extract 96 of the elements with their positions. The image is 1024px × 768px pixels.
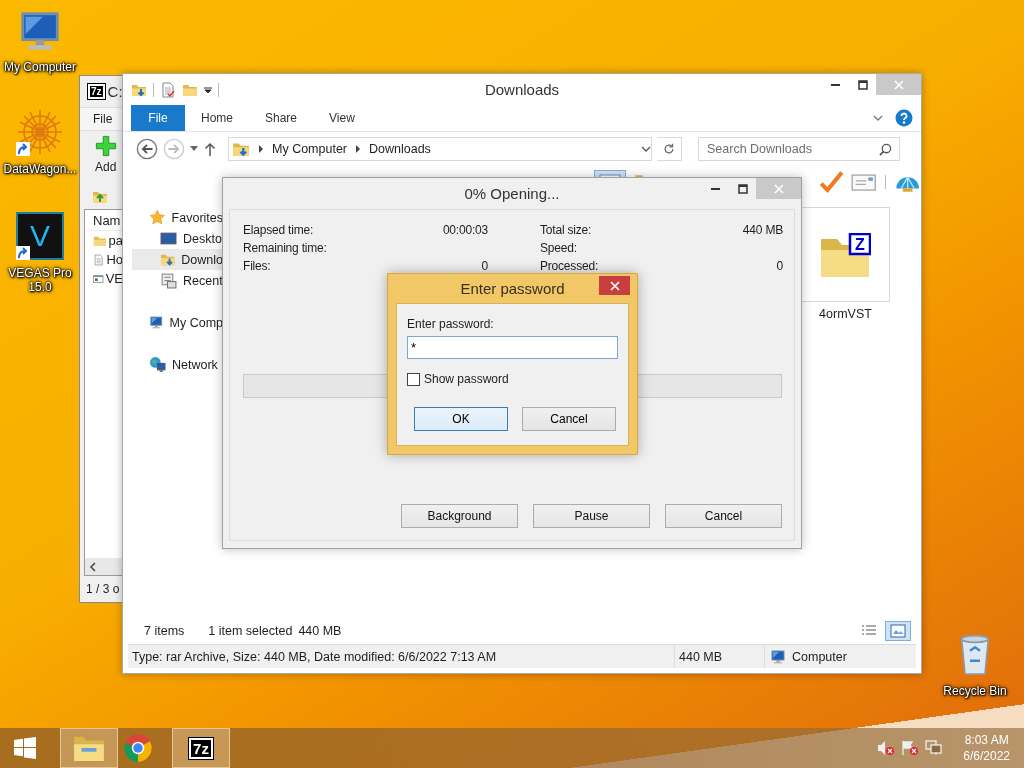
plus-icon <box>95 135 117 157</box>
field-label: Enter password: <box>407 317 495 331</box>
dropdown-icon[interactable] <box>641 144 651 153</box>
computer-icon <box>769 648 787 665</box>
window-title: Downloads <box>484 81 560 98</box>
recent-icon <box>160 272 177 289</box>
dialog-button[interactable]: OK <box>414 407 508 431</box>
nav-item[interactable]: Deskto <box>123 228 223 249</box>
star-icon <box>149 209 166 226</box>
stat-label: Speed: <box>540 241 577 255</box>
close-icon <box>773 183 784 194</box>
mandala-icon[interactable] <box>16 108 64 156</box>
ribbon-tab[interactable]: View <box>313 105 371 131</box>
checkbox-label[interactable]: Show password <box>424 372 509 386</box>
password-field[interactable]: * <box>407 336 618 359</box>
file-menu-button[interactable]: File <box>131 105 185 131</box>
location-label: Computer <box>792 649 847 664</box>
nav-item[interactable]: Network <box>123 354 223 375</box>
stat-value: 0 <box>481 259 488 273</box>
search-field[interactable]: Search Downloads <box>698 136 900 161</box>
breadcrumb-item[interactable]: Downloads <box>369 141 431 156</box>
folder-up-icon[interactable] <box>92 189 108 205</box>
checkbox[interactable] <box>407 372 420 386</box>
nav-item[interactable]: Downlo <box>132 249 223 270</box>
dialog-button[interactable]: Cancel <box>522 407 616 431</box>
picture-view-icon <box>890 624 906 638</box>
close-icon <box>893 79 904 90</box>
nav-item[interactable]: Recent <box>123 270 223 291</box>
minimize-icon <box>711 187 720 190</box>
expand-ribbon-icon[interactable] <box>873 114 883 122</box>
stat-label: Elapsed time: <box>243 223 314 237</box>
stat-label: Total size: <box>540 223 592 237</box>
file-name[interactable]: VE <box>105 271 123 286</box>
back-icon[interactable] <box>136 137 158 160</box>
refresh-button[interactable] <box>657 136 682 161</box>
file-details: Type: rar Archive, Size: 440 MB, Date modified: 6/6/2022 7:13 AM <box>131 649 498 664</box>
scroll-left-icon[interactable] <box>88 561 98 572</box>
large-icons-view-button[interactable] <box>885 621 911 641</box>
stat-label: Remaining time: <box>243 241 327 255</box>
folder-icon <box>74 735 104 761</box>
minimize-icon <box>831 83 840 86</box>
close-button[interactable] <box>599 276 630 295</box>
app-logo[interactable]: V <box>16 212 64 260</box>
add-button[interactable]: Add <box>95 160 117 174</box>
network-icon <box>149 356 166 373</box>
file-tile[interactable]: Z <box>801 207 890 302</box>
nav-item[interactable]: My Comp <box>123 312 223 333</box>
text-icon <box>93 251 105 268</box>
selection-text: 1 item selected <box>208 624 293 638</box>
search-icon <box>879 142 892 156</box>
file-name[interactable]: Ho <box>106 252 123 267</box>
dialog-title: Enter password <box>460 280 565 297</box>
stat-value: 0 <box>776 259 783 273</box>
breadcrumb-item[interactable]: My Computer <box>272 141 348 156</box>
dialog-button[interactable]: Background <box>401 504 518 528</box>
stat-label: Processed: <box>540 259 599 273</box>
maximize-icon <box>737 183 748 194</box>
browser-icon <box>123 733 153 763</box>
archiver-logo: 7z <box>88 84 105 99</box>
file-size: 440 MB <box>674 645 764 668</box>
refresh-icon <box>662 141 676 156</box>
nav-item[interactable]: Favorites <box>123 207 223 228</box>
network-icon[interactable] <box>925 740 944 756</box>
maximize-icon <box>857 79 868 90</box>
stat-value: 00:00:03 <box>442 223 488 237</box>
computer-icon <box>149 314 164 331</box>
dialog-button[interactable]: Pause <box>533 504 650 528</box>
details-view-icon[interactable] <box>861 624 877 638</box>
taskbar-app[interactable]: 7z <box>172 728 230 768</box>
file-name[interactable]: 4ormVST <box>819 307 872 321</box>
status-text: 1 / 3 o <box>86 582 120 596</box>
breadcrumb-arrow-icon[interactable] <box>356 144 361 153</box>
help-icon[interactable] <box>895 109 913 127</box>
window-title: 0% Opening... <box>464 185 560 202</box>
close-icon <box>609 280 620 291</box>
monitor-icon <box>160 230 177 247</box>
windows-logo-icon <box>13 736 37 760</box>
card-icon[interactable] <box>851 171 877 193</box>
column-header[interactable]: Nam <box>93 212 121 228</box>
properties-icon[interactable] <box>160 81 176 98</box>
file-name[interactable]: pa <box>108 233 123 248</box>
muted-speaker-icon[interactable] <box>877 740 896 756</box>
item-count: 7 items <box>144 624 185 638</box>
stat-value: 440 MB <box>742 223 783 237</box>
breadcrumb-arrow-icon[interactable] <box>259 144 263 153</box>
caret-icon[interactable] <box>204 85 212 94</box>
stat-label: Files: <box>243 259 271 273</box>
dialog-button[interactable]: Cancel <box>665 504 782 528</box>
up-icon[interactable] <box>203 140 217 157</box>
caret-icon[interactable] <box>190 145 198 152</box>
selection-size: 440 MB <box>298 624 342 638</box>
checkmark-icon[interactable] <box>817 169 844 195</box>
flag-warning-icon[interactable] <box>901 740 920 756</box>
ribbon-tab[interactable]: Home <box>185 105 249 131</box>
ribbon-tab[interactable]: Share <box>249 105 314 131</box>
window-title: C: <box>107 83 123 100</box>
